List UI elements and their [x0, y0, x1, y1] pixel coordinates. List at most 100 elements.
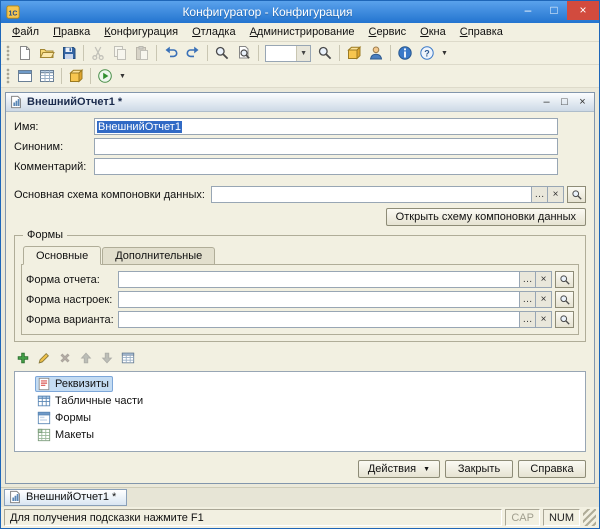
cut-button[interactable] [87, 43, 109, 63]
configuration-box-icon [346, 45, 362, 61]
toolbar-separator [90, 68, 91, 84]
menu-configuration[interactable]: Конфигурация [97, 24, 185, 40]
dcs-clear-button[interactable]: × [548, 186, 564, 203]
settings-form-choose-button[interactable]: … [520, 291, 536, 308]
search-page-icon [236, 45, 252, 61]
variant-form-label: Форма варианта: [26, 313, 114, 326]
global-search-button[interactable] [314, 43, 336, 63]
tree-item-layouts[interactable]: Макеты [17, 426, 583, 443]
paste-icon [134, 45, 150, 61]
window-tab-external-report[interactable]: ВнешнийОтчет1 * [4, 488, 128, 506]
report-form-clear-button[interactable]: × [536, 271, 552, 288]
toolbar-more-dropdown[interactable]: ▼ [438, 50, 451, 57]
editor-restore-button[interactable]: □ [556, 95, 573, 110]
redo-button[interactable] [182, 43, 204, 63]
mdi-area: ВнешнийОтчет1 * – □ × Имя: ВнешнийОтчет1… [1, 88, 599, 487]
save-button[interactable] [58, 43, 80, 63]
find-button[interactable] [211, 43, 233, 63]
menu-edit[interactable]: Правка [46, 24, 97, 40]
editor-titlebar[interactable]: ВнешнийОтчет1 * – □ × [6, 93, 594, 112]
toolbar-separator [61, 68, 62, 84]
tab-additional-forms[interactable]: Дополнительные [102, 247, 216, 265]
tab-main-forms[interactable]: Основные [23, 246, 102, 265]
find-in-document-button[interactable] [233, 43, 255, 63]
toolbar-grip[interactable] [6, 45, 10, 61]
move-down-button[interactable] [98, 349, 116, 367]
sort-button[interactable] [119, 349, 137, 367]
object-tree: Реквизиты Табличные части Формы Макеты [14, 371, 586, 452]
arrow-up-icon [79, 351, 93, 365]
undo-button[interactable] [160, 43, 182, 63]
editor-minimize-button[interactable]: – [538, 95, 555, 110]
move-up-button[interactable] [77, 349, 95, 367]
variant-form-clear-button[interactable]: × [536, 311, 552, 328]
editor-title: ВнешнийОтчет1 * [27, 96, 123, 108]
forms-group-title: Формы [23, 229, 68, 241]
database-table-button[interactable] [36, 66, 58, 86]
variant-form-choose-button[interactable]: … [520, 311, 536, 328]
new-document-button[interactable] [14, 43, 36, 63]
window-minimize-button[interactable]: – [515, 1, 541, 20]
settings-form-open-button[interactable] [555, 291, 574, 308]
synonym-input[interactable] [94, 138, 558, 155]
info-icon [397, 45, 413, 61]
report-form-open-button[interactable] [555, 271, 574, 288]
add-plus-icon [16, 351, 30, 365]
main-toolbar: ▼ ▼ [1, 42, 599, 65]
close-button[interactable]: Закрыть [445, 460, 513, 478]
menu-help[interactable]: Справка [453, 24, 510, 40]
report-form-input[interactable] [118, 271, 520, 288]
help-button[interactable]: Справка [518, 460, 586, 478]
delete-button[interactable] [56, 349, 74, 367]
menu-administration[interactable]: Администрирование [243, 24, 362, 40]
help-button-toolbar[interactable] [416, 43, 438, 63]
dcs-open-button[interactable] [567, 186, 586, 203]
add-button[interactable] [14, 349, 32, 367]
report-form-choose-button[interactable]: … [520, 271, 536, 288]
tree-item-forms[interactable]: Формы [17, 409, 583, 426]
copy-button[interactable] [109, 43, 131, 63]
toolbar-grip[interactable] [6, 68, 10, 84]
configuration-window-button[interactable] [14, 66, 36, 86]
tree-item-attributes[interactable]: Реквизиты [17, 375, 583, 392]
status-hint: Для получения подсказки нажмите F1 [4, 509, 503, 526]
settings-form-clear-button[interactable]: × [536, 291, 552, 308]
menu-service[interactable]: Сервис [361, 24, 413, 40]
menu-windows[interactable]: Окна [413, 24, 453, 40]
combo-dropdown-icon[interactable]: ▼ [296, 45, 310, 61]
editor-close-button[interactable]: × [574, 95, 591, 110]
open-dcs-button[interactable]: Открыть схему компоновки данных [385, 208, 586, 226]
dcs-choose-button[interactable]: … [532, 186, 548, 203]
window-close-button[interactable]: × [567, 1, 599, 20]
search-icon [214, 45, 230, 61]
toolbar-combobox[interactable]: ▼ [265, 44, 311, 62]
edit-button[interactable] [35, 349, 53, 367]
menu-file[interactable]: Файл [5, 24, 46, 40]
variant-form-open-button[interactable] [555, 311, 574, 328]
configuration-button[interactable] [343, 43, 365, 63]
dcs-input[interactable] [210, 186, 532, 203]
user-icon [368, 45, 384, 61]
open-button[interactable] [36, 43, 58, 63]
actions-button[interactable]: Действия ▼ [357, 460, 440, 478]
toolbar-more-dropdown[interactable]: ▼ [116, 73, 129, 80]
paste-button[interactable] [131, 43, 153, 63]
users-button[interactable] [365, 43, 387, 63]
cut-icon [90, 45, 106, 61]
tree-item-tabular-sections[interactable]: Табличные части [17, 392, 583, 409]
name-input[interactable]: ВнешнийОтчет1 [94, 118, 558, 135]
help-icon [419, 45, 435, 61]
settings-form-input[interactable] [118, 291, 520, 308]
info-button[interactable] [394, 43, 416, 63]
external-report-editor-window: ВнешнийОтчет1 * – □ × Имя: ВнешнийОтчет1… [5, 92, 595, 484]
variant-form-input[interactable] [118, 311, 520, 328]
status-bar: Для получения подсказки нажмите F1 CAP N… [1, 507, 599, 528]
resize-grip[interactable] [583, 509, 596, 526]
menu-debug[interactable]: Отладка [185, 24, 243, 40]
window-titlebar[interactable]: Конфигуратор - Конфигурация – □ × [1, 1, 599, 23]
start-debugging-button[interactable] [94, 66, 116, 86]
comment-input[interactable] [94, 158, 558, 175]
window-maximize-button[interactable]: □ [541, 1, 567, 20]
actions-dropdown-icon: ▼ [423, 465, 430, 473]
objects-button[interactable] [65, 66, 87, 86]
